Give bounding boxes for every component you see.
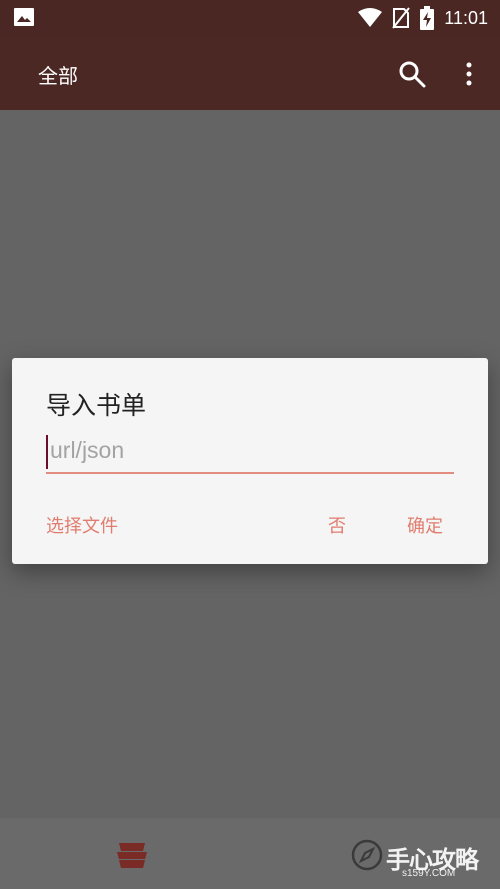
status-bar: 11:01 xyxy=(0,0,500,36)
input-placeholder: url/json xyxy=(50,437,125,463)
wifi-icon xyxy=(358,8,383,27)
image-icon xyxy=(14,8,34,26)
status-time: 11:01 xyxy=(444,7,488,28)
ok-button[interactable]: 确定 xyxy=(407,512,443,538)
app-bar: 全部 xyxy=(0,36,500,110)
choose-file-button[interactable]: 选择文件 xyxy=(46,512,118,538)
battery-charging-icon xyxy=(420,6,435,30)
search-icon[interactable] xyxy=(398,60,426,88)
no-sim-icon xyxy=(392,7,411,29)
text-caret xyxy=(46,435,48,469)
bottom-nav: 手心攻略 s159Y.COM xyxy=(0,818,500,889)
more-vert-icon[interactable] xyxy=(459,60,479,88)
status-icons: 11:01 xyxy=(358,6,488,30)
page-title: 全部 xyxy=(38,64,78,88)
dialog-title: 导入书单 xyxy=(46,391,147,420)
watermark-url: s159Y.COM xyxy=(402,868,456,879)
app-logo-icon[interactable] xyxy=(115,840,149,870)
compass-icon[interactable] xyxy=(350,838,384,872)
no-button[interactable]: 否 xyxy=(328,512,346,538)
url-json-input[interactable]: url/json xyxy=(46,432,454,474)
import-booklist-dialog: 导入书单 url/json 选择文件 否 确定 xyxy=(12,358,488,564)
